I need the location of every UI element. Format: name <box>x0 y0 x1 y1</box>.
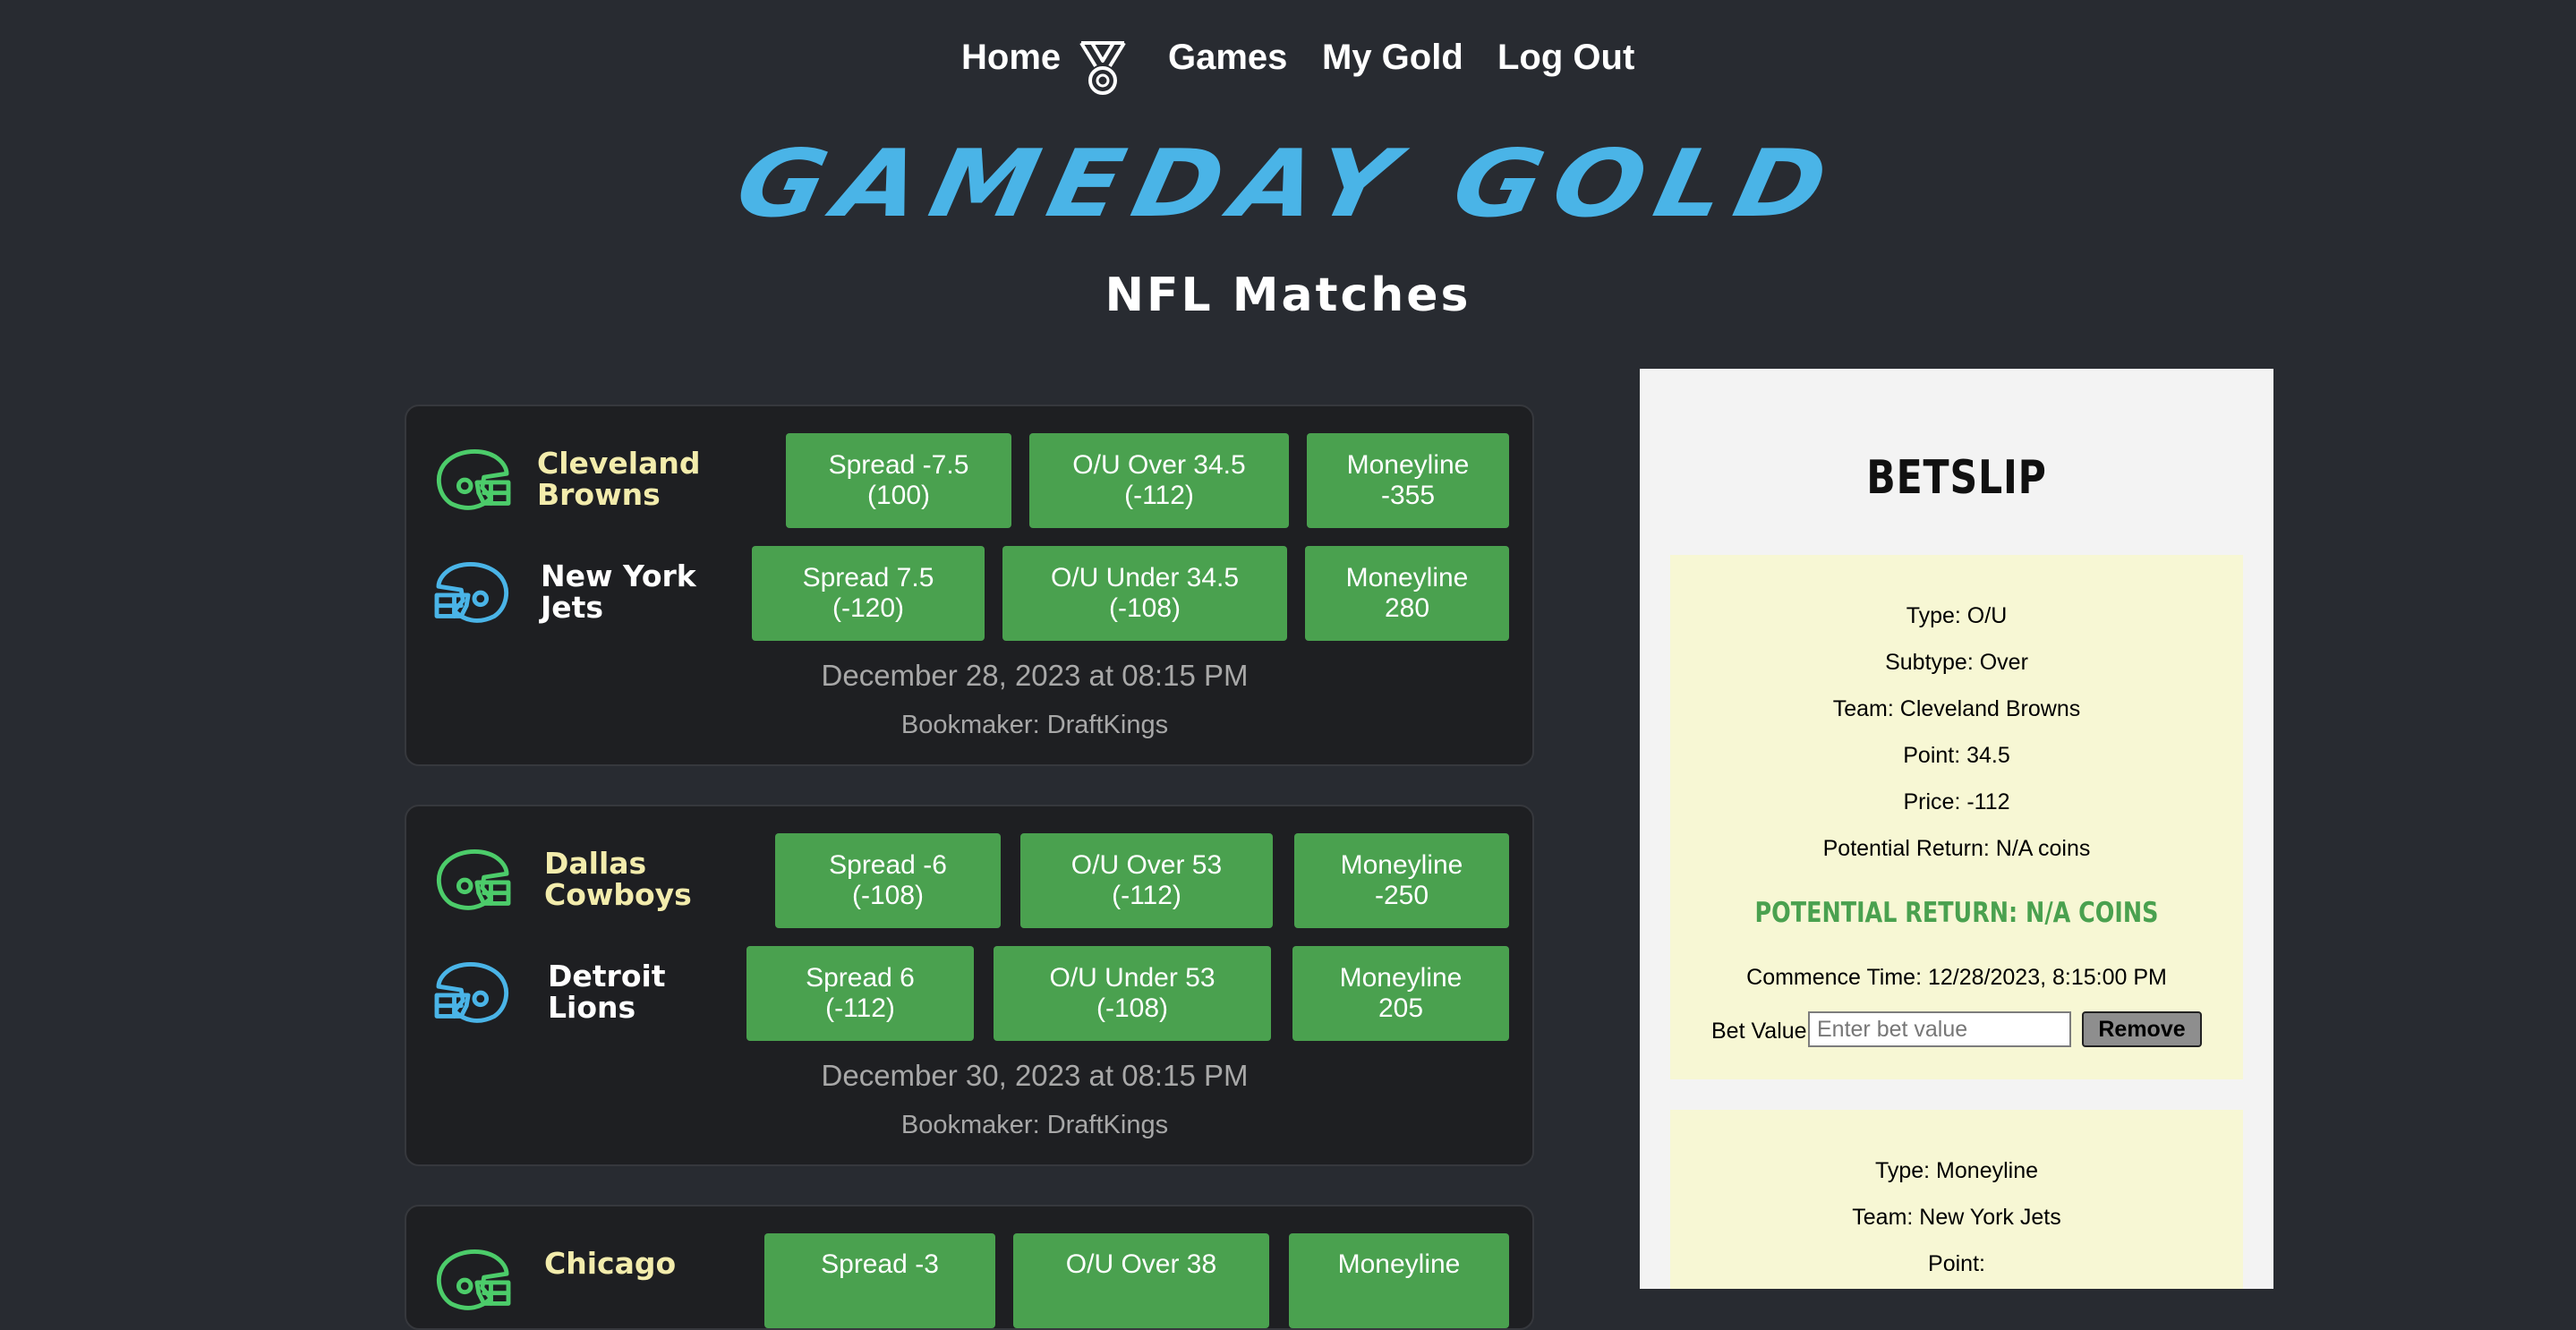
remove-bet-button[interactable]: Remove <box>2082 1011 2202 1047</box>
moneyline-bet-button[interactable]: Moneyline -355 <box>1307 433 1509 528</box>
bet-potential-return: Potential Return: N/A coins <box>1822 836 2091 861</box>
betslip-item: Type: Moneyline Team: New York Jets Poin… <box>1670 1110 2243 1289</box>
bet-type: Type: Moneyline <box>1874 1158 2039 1183</box>
bet-team: Team: New York Jets <box>1852 1205 2061 1230</box>
bet-commence-time: Commence Time: 12/28/2023, 8:15:00 PM <box>1746 965 2167 990</box>
over-under-bet-button[interactable]: O/U Over 53 (-112) <box>1020 833 1273 928</box>
home-team-name: Cleveland Browns <box>537 446 701 512</box>
over-under-bet-button[interactable]: O/U Over 34.5 (-112) <box>1029 433 1289 528</box>
top-nav: Home Games My Gold Log Out <box>0 34 2576 95</box>
football-helmet-icon <box>434 561 509 623</box>
away-team-name: Detroit Lions <box>548 959 666 1025</box>
football-helmet-icon <box>436 1249 511 1310</box>
bookmaker-label: Bookmaker: DraftKings <box>900 1111 1169 1139</box>
betslip-item: Type: O/U Subtype: Over Team: Cleveland … <box>1670 555 2243 1079</box>
page-title: NFL Matches <box>1105 269 1471 322</box>
nav-my-gold-link[interactable]: My Gold <box>1322 38 1463 78</box>
potential-return-highlight: POTENTIAL RETURN: N/A COINS <box>1754 897 2159 929</box>
home-team-name: Dallas Cowboys <box>544 846 692 912</box>
betslip-title: BETSLIP <box>1866 451 2047 505</box>
bet-price: Price: -112 <box>1903 789 2010 814</box>
nav-logout-link[interactable]: Log Out <box>1497 38 1634 78</box>
spread-bet-button[interactable]: Spread -3 <box>764 1233 995 1328</box>
match-card: Chicago Spread -3 O/U Over 38 Moneyline <box>405 1205 1534 1330</box>
betslip-panel: BETSLIP Type: O/U Subtype: Over Team: Cl… <box>1640 369 2273 1289</box>
match-date: December 30, 2023 at 08:15 PM <box>821 1059 1249 1092</box>
football-helmet-icon <box>434 961 509 1023</box>
football-helmet-icon <box>436 848 511 910</box>
over-under-bet-button[interactable]: O/U Over 38 <box>1013 1233 1269 1328</box>
moneyline-bet-button[interactable]: Moneyline 280 <box>1305 546 1509 641</box>
moneyline-bet-button[interactable]: Moneyline 205 <box>1292 946 1509 1041</box>
moneyline-bet-button[interactable]: Moneyline -250 <box>1294 833 1509 928</box>
bet-value-label: Bet Value: <box>1711 1019 1813 1044</box>
match-date: December 28, 2023 at 08:15 PM <box>821 659 1249 692</box>
match-card: Dallas Cowboys Spread -6 (-108) O/U Over 5… <box>405 805 1534 1166</box>
site-logo: GAMEDAY GOLD <box>727 129 1849 238</box>
over-under-bet-button[interactable]: O/U Under 53 (-108) <box>994 946 1271 1041</box>
spread-bet-button[interactable]: Spread -6 (-108) <box>775 833 1001 928</box>
bet-value-input[interactable] <box>1808 1011 2071 1047</box>
home-team-name: Chicago <box>544 1246 677 1281</box>
match-card: Cleveland Browns Spread -7.5 (100) O/U Ove… <box>405 405 1534 766</box>
moneyline-bet-button[interactable]: Moneyline <box>1289 1233 1509 1328</box>
over-under-bet-button[interactable]: O/U Under 34.5 (-108) <box>1002 546 1287 641</box>
medal-icon <box>1079 41 1126 95</box>
bet-team: Team: Cleveland Browns <box>1832 696 2081 721</box>
spread-bet-button[interactable]: Spread 6 (-112) <box>746 946 974 1041</box>
bookmaker-label: Bookmaker: DraftKings <box>900 711 1169 739</box>
bet-type: Type: O/U <box>1906 603 2008 628</box>
spread-bet-button[interactable]: Spread -7.5 (100) <box>786 433 1011 528</box>
away-team-name: New York Jets <box>541 558 696 625</box>
football-helmet-icon <box>436 448 511 510</box>
bet-point: Point: 34.5 <box>1903 743 2010 768</box>
bet-subtype: Subtype: Over <box>1885 650 2028 675</box>
nav-games-link[interactable]: Games <box>1168 38 1287 78</box>
bet-point: Point: <box>1928 1251 1985 1276</box>
spread-bet-button[interactable]: Spread 7.5 (-120) <box>752 546 985 641</box>
nav-home-link[interactable]: Home <box>961 38 1061 78</box>
